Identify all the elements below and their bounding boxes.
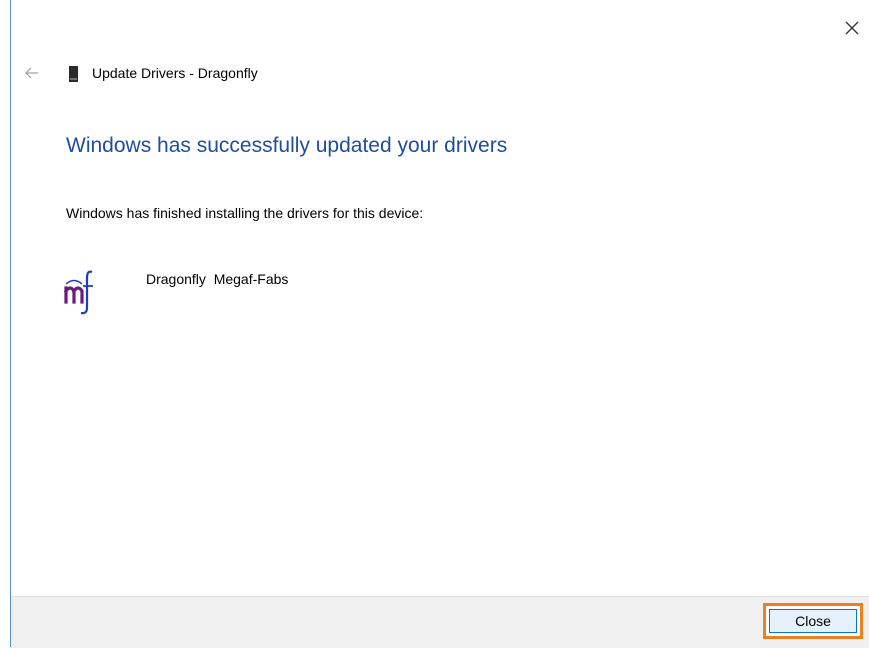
device-name: Dragonfly Megaf-Fabs <box>146 271 289 287</box>
megaf-fabs-logo-icon <box>52 264 110 316</box>
device-icon <box>69 66 78 82</box>
back-arrow-icon[interactable] <box>24 66 40 80</box>
window-left-border <box>10 0 11 647</box>
close-icon[interactable] <box>838 14 864 40</box>
dialog-title: Update Drivers - Dragonfly <box>92 65 258 81</box>
dialog-footer <box>11 596 869 648</box>
close-button[interactable]: Close <box>769 609 857 633</box>
close-button-highlight: Close <box>763 603 863 639</box>
update-drivers-dialog: Update Drivers - Dragonfly Windows has s… <box>0 0 869 648</box>
success-heading: Windows has successfully updated your dr… <box>66 134 508 157</box>
info-text: Windows has finished installing the driv… <box>66 205 424 221</box>
